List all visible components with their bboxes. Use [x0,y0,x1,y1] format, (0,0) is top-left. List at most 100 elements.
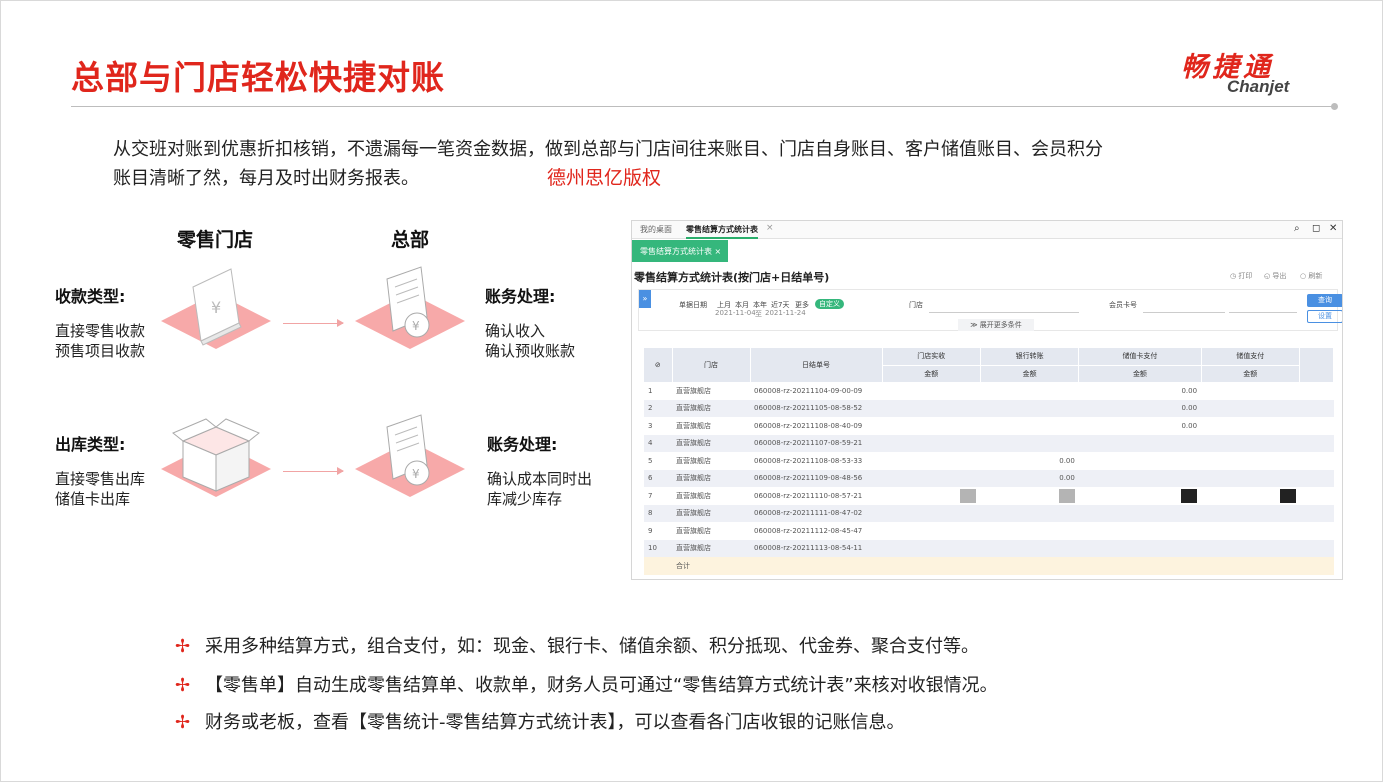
blank-cell [1299,452,1334,470]
amount-cell [980,539,1079,557]
header-divider [71,106,1333,107]
refresh-action[interactable]: ○ 刷新 [1300,271,1322,281]
code-cell: 060008-rz-20211110-08-57-21 [750,487,882,505]
table-row[interactable]: 4 直营旗舰店 060008-rz-20211107-08-59-21 [644,434,1334,452]
table-row[interactable]: 10 直营旗舰店 060008-rz-20211113-08-54-11 [644,539,1334,557]
total-cell [882,557,981,575]
amount-cell [1201,469,1300,487]
code-cell: 060008-rz-20211111-08-47-02 [750,504,882,522]
outbound-type-item: 直接零售出库 [55,470,146,488]
query-button[interactable]: 查询 [1307,294,1342,307]
table-row[interactable]: 5 直营旗舰店 060008-rz-20211108-08-53-33 0.00 [644,452,1334,470]
clipboard-coin-icon: ¥ [355,414,465,497]
table-row[interactable]: 6 直营旗舰店 060008-rz-20211109-08-48-56 0.00 [644,469,1334,487]
bullet-item: ✢ 【零售单】自动生成零售结算单、收款单，财务人员可通过“零售结算方式统计表”来核… [175,674,998,698]
amount-cell [882,504,981,522]
accounting-item: 确认收入 [485,322,546,340]
blank-header [1299,348,1334,383]
total-cell [750,557,882,575]
row-number-cell: 6 [644,469,672,487]
table-row[interactable]: 8 直营旗舰店 060008-rz-20211111-08-47-02 [644,504,1334,522]
amount-cell [1078,452,1202,470]
amount-cell [980,487,1079,505]
column-head-hq: 总部 [391,229,430,251]
amount-cell [1201,382,1300,400]
col-header: 门店实收 [882,348,981,366]
amount-cell: 0.00 [980,469,1079,487]
slide: 总部与门店轻松快捷对账 畅捷通 Chanjet 从交班对账到优惠折扣核销，不遗漏… [0,0,1383,782]
amount-cell [1078,469,1202,487]
store-cell: 直营旗舰店 [672,417,750,435]
bullet-text: 【零售单】自动生成零售结算单、收款单，财务人员可通过“零售结算方式统计表”来核对… [205,675,998,696]
maximize-icon[interactable]: ◻ [1312,223,1320,234]
table-row[interactable]: 3 直营旗舰店 060008-rz-20211108-08-40-09 0.00 [644,417,1334,435]
bullet-item: ✢ 财务或老板，查看【零售统计-零售结算方式统计表】，可以查看各门店收银的记账信息… [175,711,905,735]
date-from[interactable]: 2021-11-04 [715,309,756,317]
code-cell: 060008-rz-20211112-08-45-47 [750,522,882,540]
amount-cell [1078,539,1202,557]
description-line-2: 账目清晰了然，每月及时出财务报表。 [113,168,419,189]
amount-cell [1201,504,1300,522]
receipt-type-label: 收款类型: [55,287,126,306]
amount-cell [1201,522,1300,540]
blank-cell [1299,522,1334,540]
flow-arrow [283,467,344,475]
code-cell: 060008-rz-20211108-08-40-09 [750,417,882,435]
amount-cell [882,417,981,435]
table-row[interactable]: 1 直营旗舰店 060008-rz-20211104-09-00-09 0.00 [644,382,1334,400]
card-input-to[interactable] [1229,312,1297,313]
export-action[interactable]: ◵ 导出 [1264,271,1286,281]
amount-cell: 0.00 [1078,417,1202,435]
expand-more-button[interactable]: ≫ 展开更多条件 [958,319,1034,331]
blank-cell [1299,434,1334,452]
card-input-from[interactable] [1143,312,1225,313]
code-cell: 060008-rz-20211109-08-48-56 [750,469,882,487]
col-header: 储值支付 [1201,348,1301,366]
col-header: 储值卡支付 [1078,348,1202,366]
search-icon[interactable]: ⌕ [1294,223,1300,234]
row-number-cell: 3 [644,417,672,435]
amount-cell [1201,539,1300,557]
close-icon[interactable]: × [766,223,774,233]
amount-cell: 0.00 [1078,382,1202,400]
expand-icon[interactable]: » [639,290,651,308]
store-cell: 直营旗舰店 [672,522,750,540]
tab-settlement-report[interactable]: 零售结算方式统计表 [686,224,758,239]
bullet-text: 财务或老板，查看【零售统计-零售结算方式统计表】，可以查看各门店收银的记账信息。 [205,712,905,733]
tab-desktop[interactable]: 我的桌面 [640,224,672,235]
page-title: 总部与门店轻松快捷对账 [71,58,445,97]
table-row[interactable]: 9 直营旗舰店 060008-rz-20211112-08-45-47 [644,522,1334,540]
flow-arrow [283,319,344,327]
store-cell: 直营旗舰店 [672,504,750,522]
date-to[interactable]: 2021-11-24 [765,309,806,317]
amount-cell [980,434,1079,452]
outbound-type-item: 储值卡出库 [55,490,131,508]
row-number-cell: 8 [644,504,672,522]
column-head-store: 零售门店 [177,229,254,251]
bullet-icon: ✢ [175,636,191,657]
range-custom[interactable]: 自定义 [815,299,844,309]
total-spacer [644,557,672,575]
brand-logo-en: Chanjet [1227,77,1290,96]
accounting-item: 确认预收账款 [485,342,576,360]
store-cell: 直营旗舰店 [672,434,750,452]
total-label: 合计 [672,557,750,575]
table-row[interactable]: 2 直营旗舰店 060008-rz-20211105-08-58-52 0.00 [644,399,1334,417]
store-cell: 直营旗舰店 [672,452,750,470]
table-row[interactable]: 7 直营旗舰店 060008-rz-20211110-08-57-21 [644,487,1334,505]
store-label: 门店 [909,301,923,309]
print-action[interactable]: ◷ 打印 [1230,271,1252,281]
store-cell: 直营旗舰店 [672,469,750,487]
svg-text:¥: ¥ [412,319,420,333]
subtab-settlement-report[interactable]: 零售结算方式统计表 × [632,240,728,262]
redacted-block [960,488,977,503]
settings-button[interactable]: 设置 [1307,310,1342,323]
amount-cell [882,434,981,452]
store-input[interactable] [929,312,1079,313]
accounting-item: 确认成本同时出 [487,470,593,488]
amount-cell [1201,452,1300,470]
amount-subheader: 金额 [882,365,981,383]
svg-text:¥: ¥ [412,467,420,481]
close-window-icon[interactable]: ✕ [1329,223,1337,234]
code-cell: 060008-rz-20211104-09-00-09 [750,382,882,400]
